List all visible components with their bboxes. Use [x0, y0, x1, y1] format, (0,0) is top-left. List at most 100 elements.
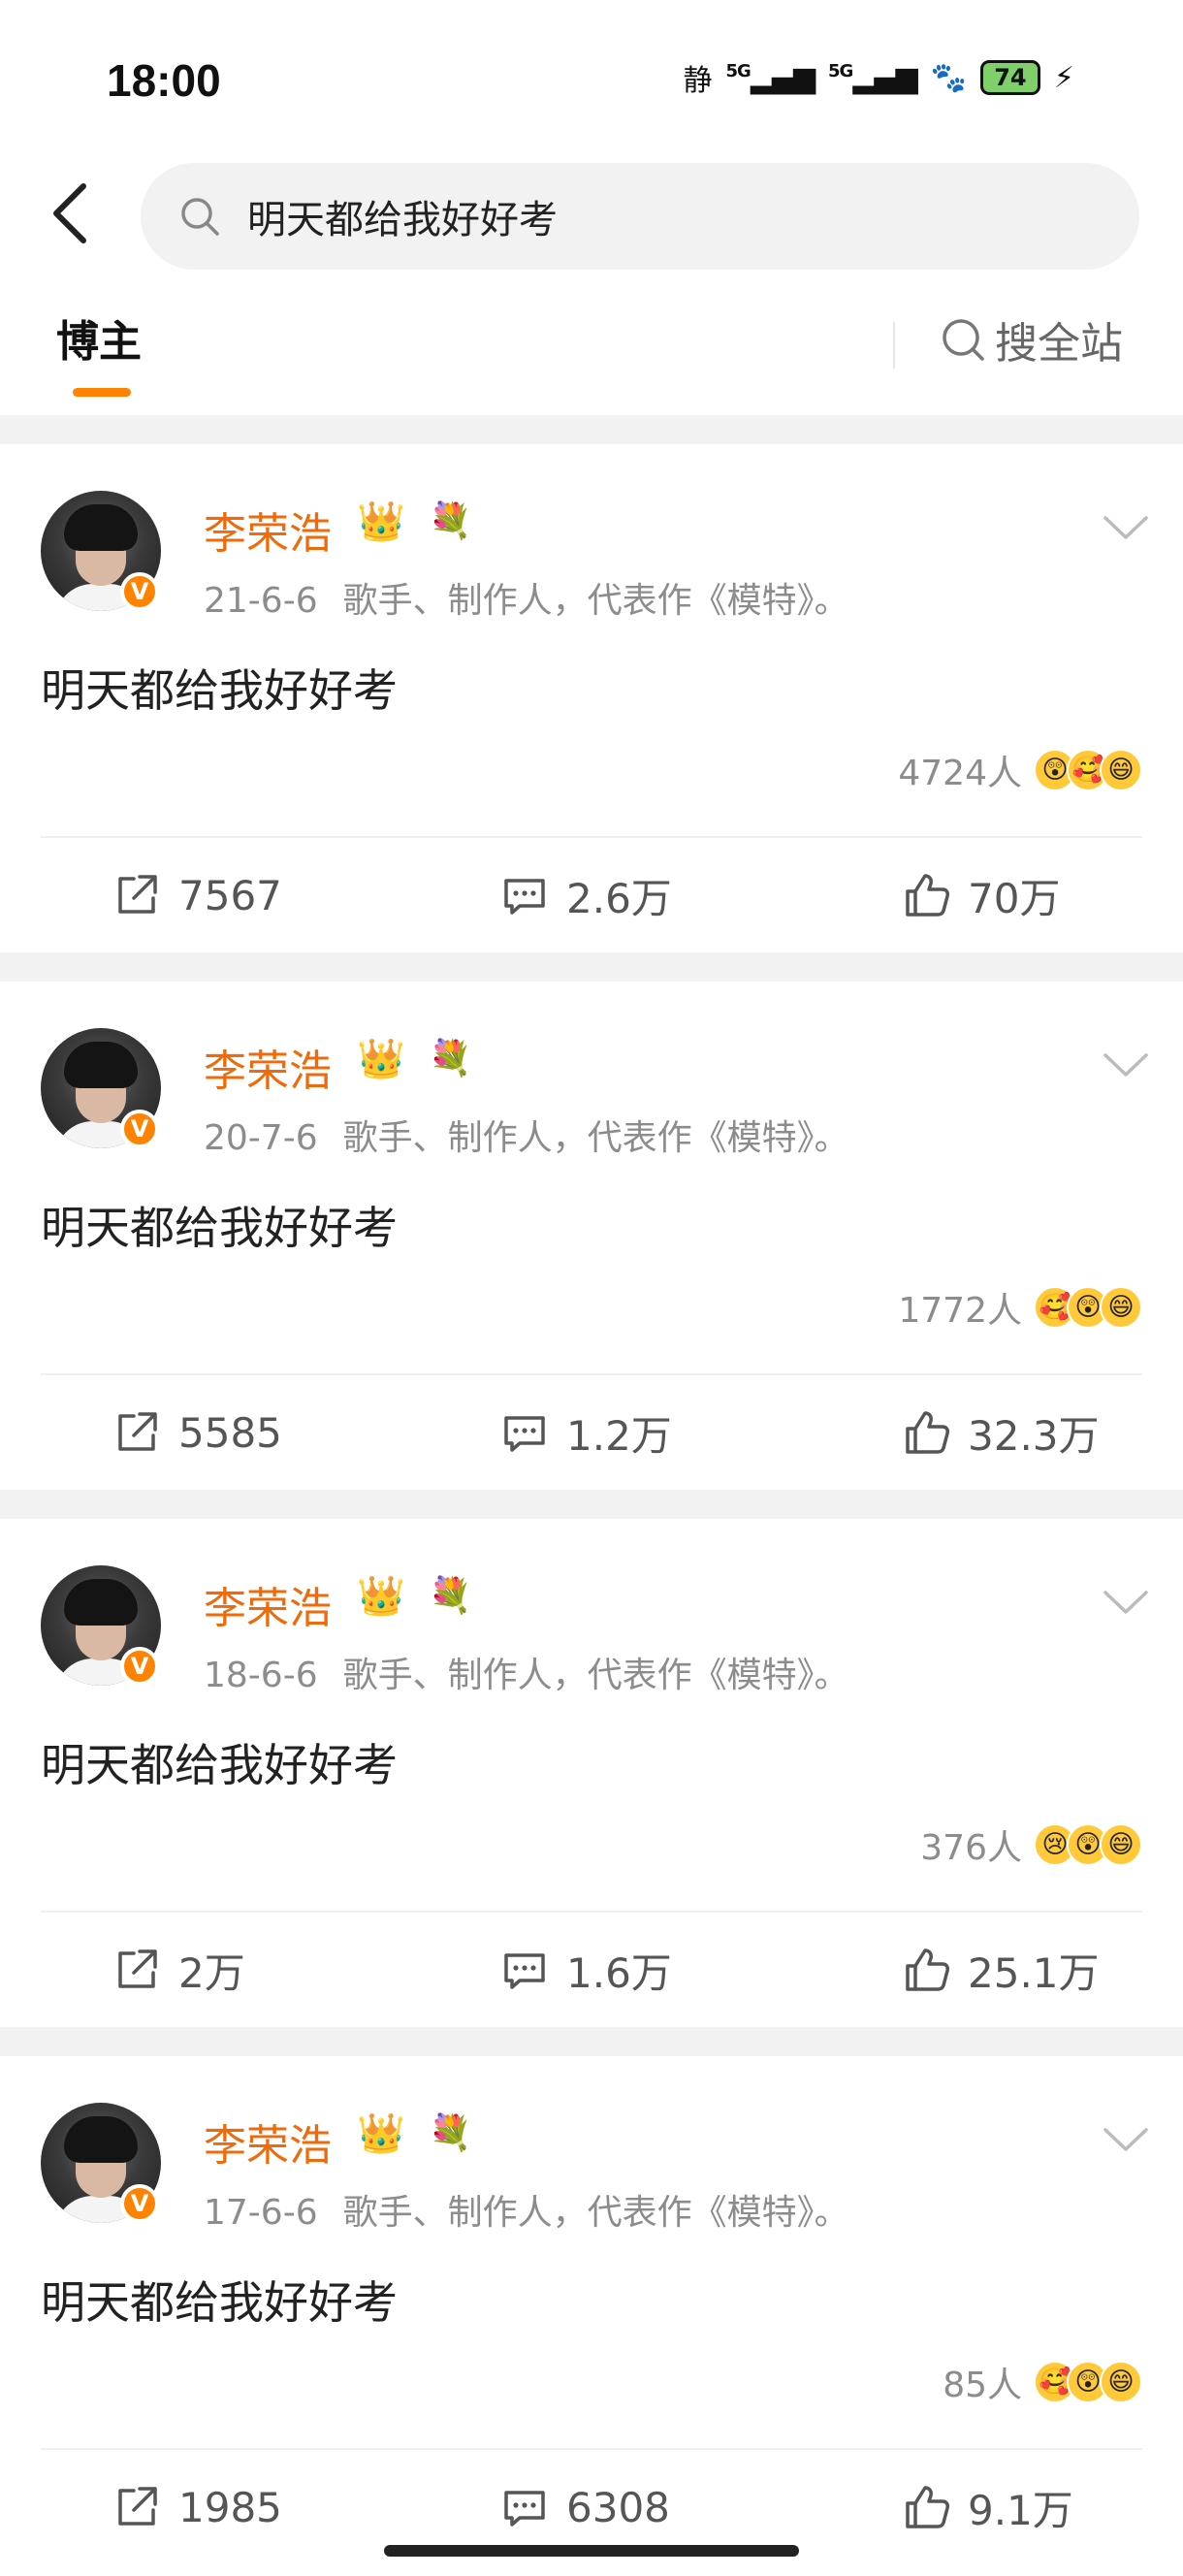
- tab-blogger[interactable]: 博主: [56, 306, 142, 369]
- like-button[interactable]: 9.1万: [902, 2450, 1073, 2564]
- thumbs-up-icon: [902, 1407, 952, 1458]
- comment-icon: [500, 2482, 551, 2532]
- post-meta: 20-7-6 歌手、制作人，代表作《模特》。: [204, 1110, 849, 1160]
- emoji-reaction-icon: 😄: [1100, 749, 1142, 791]
- like-count: 9.1万: [968, 2486, 1073, 2534]
- post-text[interactable]: 明天都给我好好考: [41, 656, 398, 720]
- reactions-count: 376人: [920, 1828, 1022, 1868]
- comment-icon: [500, 1945, 551, 1995]
- post-text[interactable]: 明天都给我好好考: [41, 2268, 398, 2332]
- post-date: 21-6-6: [204, 581, 318, 621]
- verified-badge-icon: V: [120, 1647, 159, 1686]
- author-bio: 歌手、制作人，代表作《模特》。: [342, 1118, 849, 1158]
- post-card[interactable]: V 李荣浩 👑 💐 20-7-6 歌手、制作人，代表作《模特》。 明天都给我好好考…: [0, 982, 1183, 1490]
- crown-badge-icon: 👑: [357, 1574, 405, 1619]
- post-actions: 2万 1.6万 25.1万: [0, 1913, 1183, 2027]
- comment-count: 1.6万: [566, 1948, 672, 1997]
- post-text[interactable]: 明天都给我好好考: [41, 1193, 398, 1257]
- comment-button[interactable]: 1.6万: [500, 1913, 672, 2027]
- emoji-reaction-icon: 😄: [1100, 2361, 1142, 2403]
- comment-count: 1.2万: [566, 1411, 672, 1460]
- status-bar: 18:00 静 5G▂▄▆ 5G▂▄▆ 🐾 74 ⚡: [0, 0, 1183, 145]
- post-actions: 5585 1.2万 32.3万: [0, 1375, 1183, 1490]
- post-card[interactable]: V 李荣浩 👑 💐 21-6-6 歌手、制作人，代表作《模特》。 明天都给我好好考…: [0, 444, 1183, 952]
- post-date: 17-6-6: [204, 2193, 318, 2233]
- repost-count: 5585: [178, 1408, 282, 1457]
- repost-button[interactable]: 2万: [112, 1913, 245, 2027]
- author-bio: 歌手、制作人，代表作《模特》。: [342, 2193, 849, 2233]
- chevron-down-icon[interactable]: [1102, 512, 1150, 543]
- comment-button[interactable]: 1.2万: [500, 1375, 672, 1490]
- chevron-down-icon[interactable]: [1102, 2124, 1150, 2155]
- post-card[interactable]: V 李荣浩 👑 💐 18-6-6 歌手、制作人，代表作《模特》。 明天都给我好好考…: [0, 1519, 1183, 2027]
- home-indicator[interactable]: [384, 2545, 799, 2557]
- post-meta: 21-6-6 歌手、制作人，代表作《模特》。: [204, 572, 849, 623]
- reactions[interactable]: 376人 😢 😲 😄: [920, 1819, 1142, 1870]
- like-count: 25.1万: [968, 1948, 1100, 1997]
- repost-button[interactable]: 5585: [112, 1375, 282, 1490]
- comment-icon: [500, 1407, 551, 1458]
- like-button[interactable]: 25.1万: [902, 1913, 1100, 2027]
- network-type: 5G: [828, 60, 853, 81]
- search-input[interactable]: 明天都给我好好考: [141, 163, 1139, 270]
- search-query: 明天都给我好好考: [247, 198, 558, 242]
- chevron-down-icon[interactable]: [1102, 1587, 1150, 1618]
- reactions-count: 1772人: [898, 1291, 1022, 1331]
- like-button[interactable]: 70万: [902, 838, 1060, 952]
- post-text[interactable]: 明天都给我好好考: [41, 1730, 398, 1794]
- reactions[interactable]: 85人 🥰 😲 😄: [943, 2357, 1142, 2407]
- crown-badge-icon: 👑: [357, 2111, 405, 2156]
- username[interactable]: 李荣浩: [204, 1573, 332, 1635]
- section-gap: [0, 415, 1183, 444]
- thumbs-up-icon: [902, 1945, 952, 1995]
- author-bio: 歌手、制作人，代表作《模特》。: [342, 1656, 849, 1695]
- reactions[interactable]: 4724人 😲 🥰 😄: [898, 745, 1142, 795]
- search-icon: [179, 194, 224, 239]
- repost-count: 2万: [178, 1948, 245, 1997]
- like-count: 70万: [968, 874, 1061, 922]
- flower-badge-icon: 💐: [429, 1039, 472, 1079]
- status-icons: 静 5G▂▄▆ 5G▂▄▆ 🐾 74 ⚡: [683, 56, 1074, 99]
- thumbs-up-icon: [902, 870, 952, 920]
- section-gap: [0, 952, 1183, 982]
- crown-badge-icon: 👑: [357, 1037, 405, 1081]
- reactions[interactable]: 1772人 🥰 😲 😄: [898, 1282, 1142, 1333]
- reactions-count: 85人: [943, 2366, 1022, 2405]
- battery-icon: 74: [979, 60, 1040, 95]
- chevron-down-icon[interactable]: [1102, 1049, 1150, 1080]
- comment-button[interactable]: 2.6万: [500, 838, 672, 952]
- tab-active-indicator: [73, 388, 131, 397]
- post-meta: 18-6-6 歌手、制作人，代表作《模特》。: [204, 1647, 849, 1697]
- tab-divider: [893, 322, 895, 369]
- network-type: 5G: [725, 60, 751, 81]
- search-header: 明天都给我好好考: [0, 145, 1183, 283]
- share-icon: [112, 2482, 163, 2532]
- post-date: 20-7-6: [204, 1118, 318, 1158]
- like-button[interactable]: 32.3万: [902, 1375, 1100, 1490]
- fox-icon: 🐾: [930, 60, 967, 95]
- quiet-icon: 静: [683, 64, 713, 98]
- back-button[interactable]: [43, 175, 97, 252]
- verified-badge-icon: V: [120, 1110, 159, 1148]
- section-gap: [0, 1490, 1183, 1519]
- post-card[interactable]: V 李荣浩 👑 💐 17-6-6 歌手、制作人，代表作《模特》。 明天都给我好好考…: [0, 2056, 1183, 2564]
- crown-badge-icon: 👑: [357, 499, 405, 544]
- repost-button[interactable]: 1985: [112, 2450, 282, 2564]
- share-icon: [112, 1945, 163, 1995]
- post-actions: 7567 2.6万 70万: [0, 838, 1183, 952]
- like-count: 32.3万: [968, 1411, 1100, 1460]
- verified-badge-icon: V: [120, 2184, 159, 2223]
- username[interactable]: 李荣浩: [204, 1036, 332, 1098]
- repost-button[interactable]: 7567: [112, 838, 282, 952]
- tab-bar: 博主 搜全站: [0, 283, 1183, 415]
- share-icon: [112, 1407, 163, 1458]
- repost-count: 7567: [178, 871, 282, 919]
- username[interactable]: 李荣浩: [204, 2110, 332, 2173]
- flower-badge-icon: 💐: [429, 1576, 472, 1616]
- comment-count: 6308: [566, 2483, 670, 2531]
- username[interactable]: 李荣浩: [204, 499, 332, 561]
- search-icon: [941, 316, 987, 363]
- emoji-reaction-icon: 😄: [1100, 1823, 1142, 1866]
- post-feed: V 李荣浩 👑 💐 21-6-6 歌手、制作人，代表作《模特》。 明天都给我好好考…: [0, 415, 1183, 2564]
- search-site-button[interactable]: 搜全站: [941, 308, 1123, 370]
